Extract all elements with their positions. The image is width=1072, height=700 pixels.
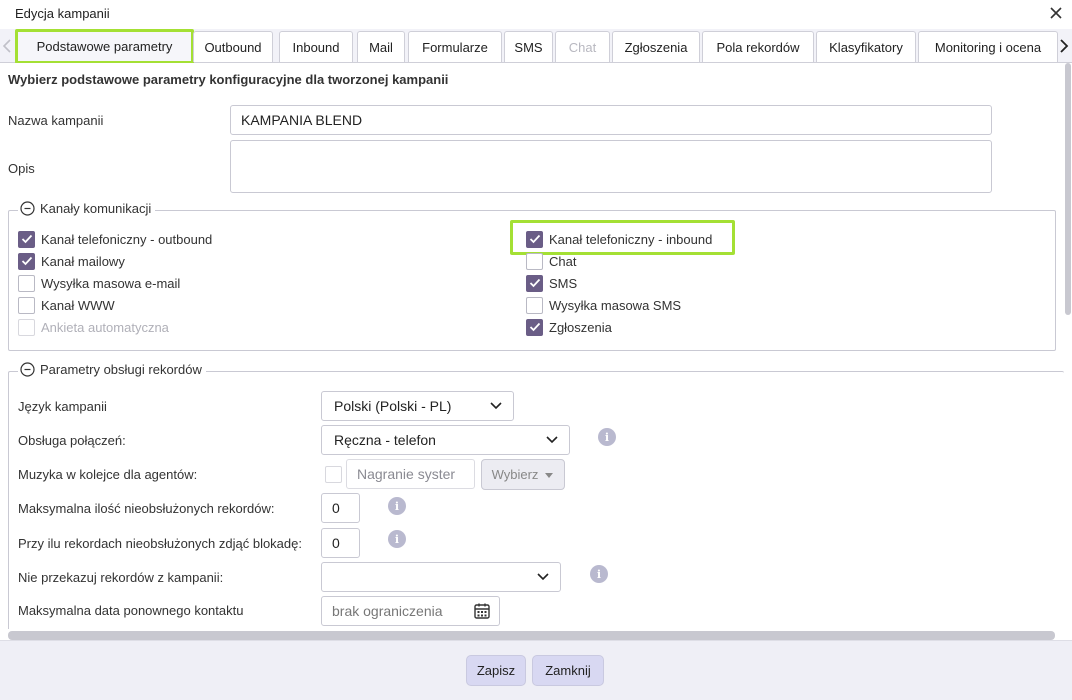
music-checkbox [325,466,342,483]
info-icon[interactable]: i [590,565,608,583]
left-channel-row[interactable]: Kanał telefoniczny - outbound [18,230,212,248]
tab-outbound[interactable]: Outbound [193,31,273,62]
right-channel-row[interactable]: Wysyłka masowa SMS [526,296,681,314]
unlock-input[interactable]: 0 [321,528,360,558]
tab-scroll-right-icon[interactable] [1057,37,1071,55]
left-channel-row[interactable]: Kanał mailowy [18,252,125,270]
checkmark-icon [529,322,540,332]
dialog-title: Edycja kampanii [15,6,110,21]
calls-select-value: Ręczna - telefon [334,432,436,448]
campaign-name-label: Nazwa kampanii [8,113,104,128]
music-input: Nagranie syster [346,459,475,489]
checkbox[interactable] [526,252,543,270]
music-select-button-label: Wybierz [491,467,539,482]
records-legend[interactable]: Parametry obsługi rekordów [18,362,206,377]
tab-pola-rekordow[interactable]: Pola rekordów [702,31,814,62]
right-channel-row[interactable]: SMS [526,274,577,292]
tab-formularze[interactable]: Formularze [408,31,502,62]
channel-label: Kanał mailowy [41,253,125,269]
channels-legend[interactable]: Kanały komunikacji [18,201,156,216]
tab-inbound[interactable]: Inbound [279,31,353,62]
records-legend-label: Parametry obsługi rekordów [40,362,202,377]
dialog-titlebar: Edycja kampanii [0,0,1072,28]
info-icon[interactable]: i [598,428,616,446]
max-unhandled-label: Maksymalna ilość nieobsłużonych rekordów… [18,501,275,516]
checkbox-checked[interactable] [18,252,35,270]
tab-podstawowe-parametry[interactable]: Podstawowe parametry [15,29,194,64]
description-textarea[interactable] [230,140,992,193]
save-button[interactable]: Zapisz [466,655,526,686]
tab-monitoring-i-ocena[interactable]: Monitoring i ocena [918,31,1058,62]
tab-mail[interactable]: Mail [357,31,405,62]
checkbox-checked[interactable] [526,318,543,336]
checkbox-checked[interactable] [526,230,543,248]
collapse-icon[interactable] [20,362,35,377]
dialog-content: Wybierz podstawowe parametry konfiguracy… [0,63,1064,629]
calls-label: Obsługa połączeń: [18,433,126,448]
channel-label: Kanał telefoniczny - inbound [549,231,713,247]
checkbox [18,318,35,336]
tab-scroll-left-icon[interactable] [0,37,14,55]
language-label: Język kampanii [18,399,107,414]
horizontal-scrollbar[interactable] [8,631,1055,640]
language-select-value: Polski (Polski - PL) [334,398,452,414]
no-transfer-label: Nie przekazuj rekordów z kampanii: [18,570,224,585]
right-channel-row[interactable]: Chat [526,252,576,270]
tab-bar: Podstawowe parametry Outbound Inbound Ma… [0,29,1072,64]
left-channel-row[interactable]: Wysyłka masowa e-mail [18,274,180,292]
dialog-footer: Zapisz Zamknij [0,640,1072,700]
collapse-icon[interactable] [20,201,35,216]
checkbox-checked[interactable] [18,230,35,248]
channel-label: Kanał telefoniczny - outbound [41,231,213,247]
max-unhandled-input[interactable]: 0 [321,493,360,523]
vertical-scrollbar-thumb[interactable] [1065,63,1071,315]
vertical-scrollbar[interactable] [1064,63,1072,629]
max-date-label: Maksymalna data ponownego kontaktu [18,603,244,618]
campaign-name-input[interactable]: KAMPANIA BLEND [230,105,992,135]
music-label: Muzyka w kolejce dla agentów: [18,467,198,482]
description-label: Opis [8,161,35,176]
channel-label: SMS [549,275,578,291]
tab-chat: Chat [555,31,610,62]
language-select[interactable]: Polski (Polski - PL) [321,391,514,421]
checkmark-icon [21,234,32,244]
caret-down-icon [545,472,554,478]
channel-label: Kanał WWW [41,297,115,313]
right-channel-row[interactable]: Zgłoszenia [526,318,612,336]
max-date-input[interactable]: brak ograniczenia [321,596,466,626]
checkbox[interactable] [18,274,35,292]
left-channel-row[interactable]: Kanał WWW [18,296,115,314]
unlock-label: Przy ilu rekordach nieobsłużonych zdjąć … [18,536,302,551]
chevron-down-icon [490,402,502,410]
checkmark-icon [529,278,540,288]
chevron-down-icon [546,436,558,444]
info-icon[interactable]: i [388,497,406,515]
right-channel-row[interactable]: Kanał telefoniczny - inbound [526,230,712,248]
tab-klasyfikatory[interactable]: Klasyfikatory [816,31,916,62]
checkbox[interactable] [18,296,35,314]
close-icon[interactable] [1046,3,1066,23]
channels-legend-label: Kanały komunikacji [40,201,152,216]
checkmark-icon [21,256,32,266]
checkbox-checked[interactable] [526,274,543,292]
close-button[interactable]: Zamknij [532,655,604,686]
checkbox[interactable] [526,296,543,314]
channel-label: Wysyłka masowa SMS [549,297,682,313]
calendar-icon [474,603,490,619]
calendar-button[interactable] [465,596,500,626]
channel-label: Wysyłka masowa e-mail [41,275,181,291]
channel-label: Chat [549,253,577,269]
calls-select[interactable]: Ręczna - telefon [321,425,570,455]
channel-label: Ankieta automatyczna [41,319,169,335]
tab-sms[interactable]: SMS [504,31,553,62]
section-intro: Wybierz podstawowe parametry konfiguracy… [8,72,449,87]
checkmark-icon [529,234,540,244]
tab-zgloszenia[interactable]: Zgłoszenia [612,31,700,62]
channel-label: Zgłoszenia [549,319,612,335]
left-channel-row: Ankieta automatyczna [18,318,169,336]
no-transfer-select[interactable] [321,562,561,592]
music-select-button: Wybierz [481,459,565,490]
info-icon[interactable]: i [388,530,406,548]
chevron-down-icon [537,573,549,581]
